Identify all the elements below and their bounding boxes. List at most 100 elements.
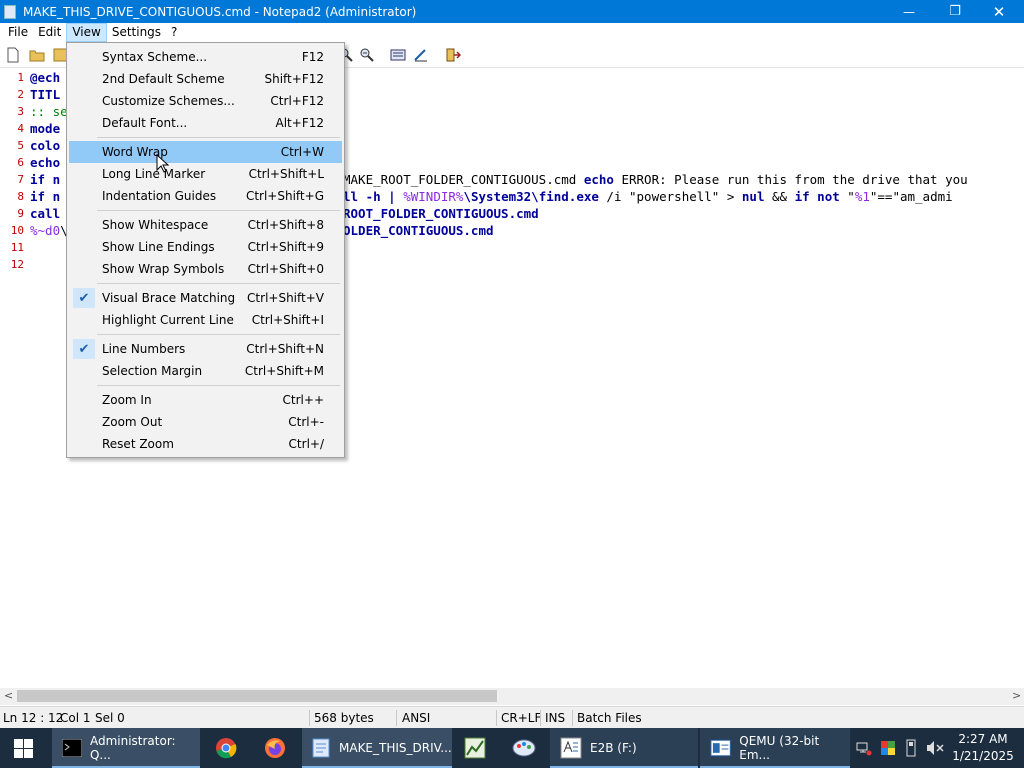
clock-date: 1/21/2025 [952,749,1014,763]
menu-item-indentation-guides[interactable]: Indentation Guides Ctrl+Shift+G [69,185,342,207]
scroll-right-arrow[interactable]: > [1012,689,1021,702]
open-folder-icon[interactable] [29,47,45,63]
scroll-left-arrow[interactable]: < [4,689,13,702]
menu-separator [97,210,340,211]
menu-separator [97,334,340,335]
status-separator [496,710,497,726]
qemu-icon [710,739,731,757]
zoom-out-icon[interactable] [359,47,375,63]
minimize-button[interactable]: — [886,0,932,23]
title-bar: MAKE_THIS_DRIVE_CONTIGUOUS.cmd - Notepad… [0,0,1024,23]
taskbar-item-e2b-drive[interactable]: E2B (F:) [550,728,698,768]
terminal-icon [62,739,82,757]
code-line-10-tail: OLDER_CONTIGUOUS.cmd [343,223,494,238]
line-number: 9 [17,207,24,220]
checkmark-icon: ✔ [73,288,95,308]
paint-app-icon[interactable] [512,737,536,759]
window-title: MAKE_THIS_DRIVE_CONTIGUOUS.cmd - Notepad… [23,4,417,19]
taskbar: Administrator: Q... MAKE_THIS_DRIV... E2… [0,728,1024,768]
code-line-2: TITL [30,87,61,102]
status-selection: Sel 0 [95,711,125,725]
taskbar-item-admin-cmd[interactable]: Administrator: Q... [52,728,200,768]
taskbar-item-qemu[interactable]: QEMU (32-bit Em... [700,728,850,768]
taskbar-item-notepad2[interactable]: MAKE_THIS_DRIV... [302,728,452,768]
menu-item-show-line-endings[interactable]: Show Line Endings Ctrl+Shift+9 [69,236,342,258]
code-line-5: colo [30,138,61,153]
line-number-gutter: 1 2 3 4 5 6 7 8 9 10 11 12 [0,69,28,688]
menu-item-default-font[interactable]: Default Font... Alt+F12 [69,112,342,134]
status-position: Ln 12 : 12 [3,711,64,725]
code-line-1: @ech [30,70,61,85]
network-tray-icon[interactable] [856,740,872,756]
horizontal-scrollbar[interactable]: < > [0,688,1024,705]
status-mode: INS [545,711,566,725]
line-number: 1 [17,71,24,84]
line-number: 4 [17,122,24,135]
status-line-ending[interactable]: CR+LF [501,711,541,725]
status-separator [309,710,310,726]
exit-icon[interactable] [445,47,461,63]
status-separator [396,710,397,726]
menu-item-zoom-in[interactable]: Zoom In Ctrl++ [69,389,342,411]
windows-start-icon[interactable] [14,739,33,758]
menu-item-visual-brace-matching[interactable]: ✔ Visual Brace Matching Ctrl+Shift+V [69,287,342,309]
menu-item-reset-zoom[interactable]: Reset Zoom Ctrl+/ [69,433,342,455]
menu-view[interactable]: View [66,23,107,42]
scrollbar-thumb[interactable] [17,690,497,702]
line-number: 12 [10,258,24,271]
firefox-icon[interactable] [264,737,286,759]
volume-muted-icon[interactable] [926,740,944,756]
maximize-button[interactable]: ❐ [932,0,978,23]
code-line-9: call [30,206,61,221]
status-separator [540,710,541,726]
display-tray-icon[interactable] [880,740,896,756]
menu-separator [97,283,340,284]
code-line-4: mode [30,121,61,136]
line-number: 7 [17,173,24,186]
status-size: 568 bytes [314,711,374,725]
status-separator [572,710,573,726]
menu-item-2nd-default-scheme[interactable]: 2nd Default Scheme Shift+F12 [69,68,342,90]
code-line-7: if n [30,172,61,187]
taskbar-clock[interactable]: 2:27 AM 1/21/2025 [950,731,1016,765]
menu-item-show-whitespace[interactable]: Show Whitespace Ctrl+Shift+8 [69,214,342,236]
customize-icon[interactable] [413,47,429,63]
menu-bar: File Edit View Settings ? [0,23,1024,42]
scheme-icon[interactable] [390,47,406,63]
menu-separator [97,385,340,386]
status-column: Col 1 [60,711,91,725]
menu-settings[interactable]: Settings [107,23,166,42]
status-bar: Ln 12 : 12 Col 1 Sel 0 568 bytes ANSI CR… [0,706,1024,728]
menu-item-highlight-current-line[interactable]: Highlight Current Line Ctrl+Shift+I [69,309,342,331]
code-line-6: echo [30,155,61,170]
line-number: 11 [10,241,24,254]
status-encoding[interactable]: ANSI [402,711,430,725]
menu-item-customize-schemes[interactable]: Customize Schemes... Ctrl+F12 [69,90,342,112]
line-number: 10 [10,224,24,237]
view-menu-dropdown: Syntax Scheme... F12 2nd Default Scheme Sh… [66,42,345,458]
line-number: 8 [17,190,24,203]
chart-app-icon[interactable] [464,737,486,759]
menu-item-selection-margin[interactable]: Selection Margin Ctrl+Shift+M [69,360,342,382]
close-button[interactable]: ✕ [976,0,1022,23]
line-number: 2 [17,88,24,101]
menu-item-show-wrap-symbols[interactable]: Show Wrap Symbols Ctrl+Shift+0 [69,258,342,280]
menu-item-line-numbers[interactable]: ✔ Line Numbers Ctrl+Shift+N [69,338,342,360]
menu-item-zoom-out[interactable]: Zoom Out Ctrl+- [69,411,342,433]
menu-file[interactable]: File [3,23,33,42]
menu-edit[interactable]: Edit [33,23,66,42]
chrome-icon[interactable] [215,737,237,759]
menu-item-word-wrap[interactable]: Word Wrap Ctrl+W [69,141,342,163]
menu-item-long-line-marker[interactable]: Long Line Marker Ctrl+Shift+L [69,163,342,185]
menu-item-syntax-scheme[interactable]: Syntax Scheme... F12 [69,46,342,68]
mouse-cursor-icon [156,154,170,173]
code-line-8-tail: ll -h | %WINDIR%\System32\find.exe /i "p… [343,189,953,204]
menu-help[interactable]: ? [166,23,182,42]
code-line-10: %~d0\ [30,223,68,238]
status-scheme[interactable]: Batch Files [577,711,642,725]
line-number: 3 [17,105,24,118]
usb-tray-icon[interactable] [905,739,917,757]
line-number: 5 [17,139,24,152]
new-file-icon[interactable] [5,47,21,63]
e2b-app-icon [560,737,582,759]
